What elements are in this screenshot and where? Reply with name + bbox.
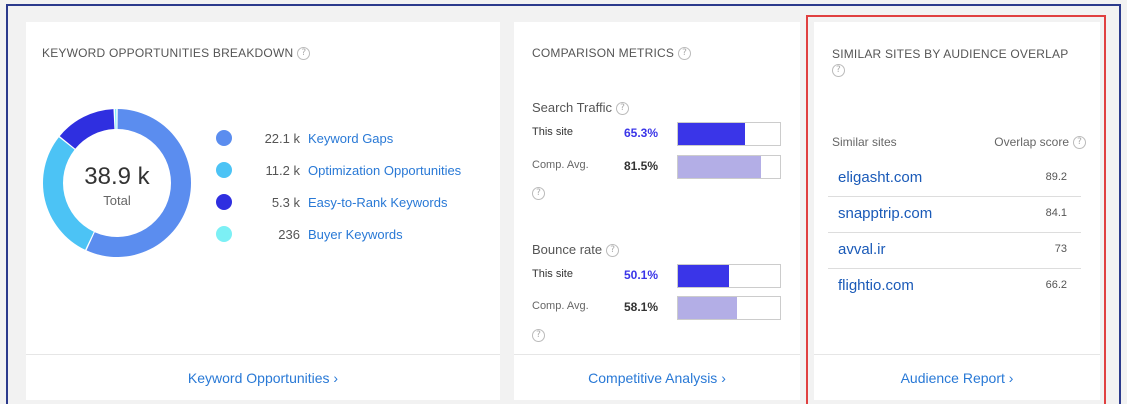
legend-dot-icon (216, 226, 232, 242)
buyer-keywords-link[interactable]: Buyer Keywords (308, 227, 403, 242)
help-icon[interactable]: ? (615, 102, 629, 116)
overlap-score: 73 (1054, 243, 1067, 255)
legend-item-keyword-gaps[interactable]: 22.1 k Keyword Gaps (216, 122, 461, 154)
bounce-rate-comp-row: Comp. Avg. 58.1% (532, 296, 782, 320)
keyword-card-title-text: Keyword Opportunities Breakdown (42, 46, 294, 60)
overlap-score: 89.2 (1045, 171, 1067, 183)
help-icon[interactable]: ? (297, 47, 311, 61)
help-icon[interactable]: ? (1073, 136, 1086, 150)
metric-label: Comp. Avg. (532, 159, 589, 171)
donut-total-label: Total (103, 193, 131, 208)
metric-bar-fill (678, 265, 730, 287)
legend-item-easy-to-rank[interactable]: 5.3 k Easy-to-Rank Keywords (216, 186, 461, 218)
help-icon[interactable]: ? (532, 329, 545, 342)
optimization-opportunities-link[interactable]: Optimization Opportunities (308, 163, 461, 178)
metric-bar-fill (678, 156, 762, 178)
audience-report-footer-link[interactable]: Audience Report › (814, 354, 1100, 400)
help-icon[interactable]: ? (532, 187, 545, 200)
metric-percent: 65.3% (624, 126, 659, 140)
metric-bar (677, 122, 781, 146)
legend-value: 11.2 k (265, 162, 300, 178)
overlap-score: 84.1 (1045, 207, 1067, 219)
metric-bar-fill (678, 297, 738, 319)
keyword-opportunities-card: Keyword Opportunities Breakdown? 38.9 k … (26, 22, 500, 400)
legend-item-buyer[interactable]: 236 Buyer Keywords (216, 218, 461, 250)
keyword-legend: 22.1 k Keyword Gaps 11.2 k Optimization … (216, 122, 461, 250)
site-link[interactable]: avval.ir (838, 241, 886, 258)
site-link[interactable]: flightio.com (838, 277, 914, 294)
metric-bar (677, 264, 781, 288)
legend-value: 236 (278, 226, 300, 242)
metric-bar (677, 296, 781, 320)
legend-dot-icon (216, 130, 232, 146)
help-icon[interactable]: ? (678, 47, 692, 61)
competitive-analysis-footer-link[interactable]: Competitive Analysis › (514, 354, 800, 400)
legend-item-optimization[interactable]: 11.2 k Optimization Opportunities (216, 154, 461, 186)
search-traffic-site-row: This site 65.3% (532, 122, 782, 146)
legend-dot-icon (216, 194, 232, 210)
keyword-card-title: Keyword Opportunities Breakdown? (42, 46, 311, 61)
similar-card-title-text: Similar Sites by Audience Overlap (832, 47, 1069, 61)
comparison-card-title-text: Comparison Metrics (532, 46, 675, 60)
legend-value: 5.3 k (271, 194, 300, 210)
keyword-opportunities-footer-link[interactable]: Keyword Opportunities › (26, 354, 500, 400)
bounce-rate-site-row: This site 50.1% (532, 264, 782, 288)
metric-label: This site (532, 268, 573, 280)
similar-site-row: eligasht.com 89.2 (828, 161, 1081, 197)
search-traffic-title-text: Search Traffic (532, 100, 612, 115)
site-link[interactable]: snapptrip.com (838, 205, 932, 222)
donut-center: 38.9 k Total (42, 108, 192, 258)
help-icon[interactable]: ? (606, 244, 620, 258)
bounce-rate-title: Bounce rate? (532, 242, 620, 258)
metric-percent: 58.1% (624, 300, 659, 314)
legend-value: 22.1 k (264, 130, 300, 146)
metric-bar (677, 155, 781, 179)
donut-total-value: 38.9 k (84, 163, 150, 190)
metric-label: This site (532, 126, 573, 138)
help-icon[interactable]: ? (832, 64, 845, 78)
site-link[interactable]: eligasht.com (838, 169, 922, 186)
metric-bar-fill (678, 123, 745, 145)
comparison-card-title: Comparison Metrics? (532, 46, 692, 61)
metric-percent: 81.5% (624, 159, 659, 173)
comparison-metrics-card: Comparison Metrics? Search Traffic? This… (514, 22, 800, 400)
column-header-overlap-score: Overlap score? (994, 135, 1086, 150)
metric-label: Comp. Avg. (532, 300, 589, 312)
keyword-gaps-link[interactable]: Keyword Gaps (308, 131, 393, 146)
similar-card-title: Similar Sites by Audience Overlap? (832, 46, 1092, 78)
easy-to-rank-link[interactable]: Easy-to-Rank Keywords (308, 195, 447, 210)
metric-percent: 50.1% (624, 268, 659, 282)
search-traffic-title: Search Traffic? (532, 100, 629, 116)
legend-dot-icon (216, 162, 232, 178)
similar-site-row: avval.ir 73 (828, 233, 1081, 269)
overlap-score: 66.2 (1045, 279, 1067, 291)
column-header-overlap-score-text: Overlap score (994, 135, 1069, 149)
bounce-rate-title-text: Bounce rate (532, 242, 603, 257)
similar-site-row: snapptrip.com 84.1 (828, 197, 1081, 233)
similar-site-row: flightio.com 66.2 (828, 269, 1081, 305)
similar-sites-card: Similar Sites by Audience Overlap? Simil… (814, 22, 1100, 400)
search-traffic-comp-row: Comp. Avg. 81.5% (532, 155, 782, 179)
column-header-similar-sites: Similar sites (832, 135, 897, 149)
